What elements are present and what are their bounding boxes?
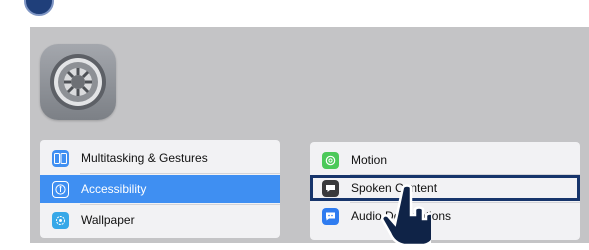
divider <box>80 173 280 174</box>
sidebar-item-multitasking[interactable]: Multitasking & Gestures <box>40 144 280 172</box>
motion-icon <box>322 151 339 169</box>
spoken-content-icon <box>322 179 339 197</box>
accessibility-options-list: Motion Spoken Content Audio Descriptions <box>310 142 580 240</box>
option-audio-descriptions[interactable]: Audio Descriptions <box>310 202 580 230</box>
divider <box>350 174 580 175</box>
channel-logo <box>24 0 54 16</box>
accessibility-icon <box>52 180 69 198</box>
audio-descriptions-icon <box>322 207 339 225</box>
sidebar-item-wallpaper[interactable]: Wallpaper <box>40 206 280 234</box>
wallpaper-icon <box>52 211 69 229</box>
settings-gear-icon <box>40 44 116 120</box>
settings-sidebar-list: Multitasking & Gestures Accessibility Wa… <box>40 140 280 238</box>
sidebar-item-label: Wallpaper <box>81 213 135 227</box>
option-motion[interactable]: Motion <box>310 146 580 174</box>
settings-panel: Multitasking & Gestures Accessibility Wa… <box>30 27 589 243</box>
divider <box>80 204 280 205</box>
sidebar-item-accessibility[interactable]: Accessibility <box>40 175 280 203</box>
multitasking-icon <box>52 149 69 167</box>
sidebar-item-label: Accessibility <box>81 182 147 196</box>
sidebar-item-label: Multitasking & Gestures <box>81 151 208 165</box>
pointing-hand-cursor-icon <box>371 183 436 250</box>
option-label: Motion <box>351 153 388 167</box>
option-spoken-content[interactable]: Spoken Content <box>310 174 580 202</box>
